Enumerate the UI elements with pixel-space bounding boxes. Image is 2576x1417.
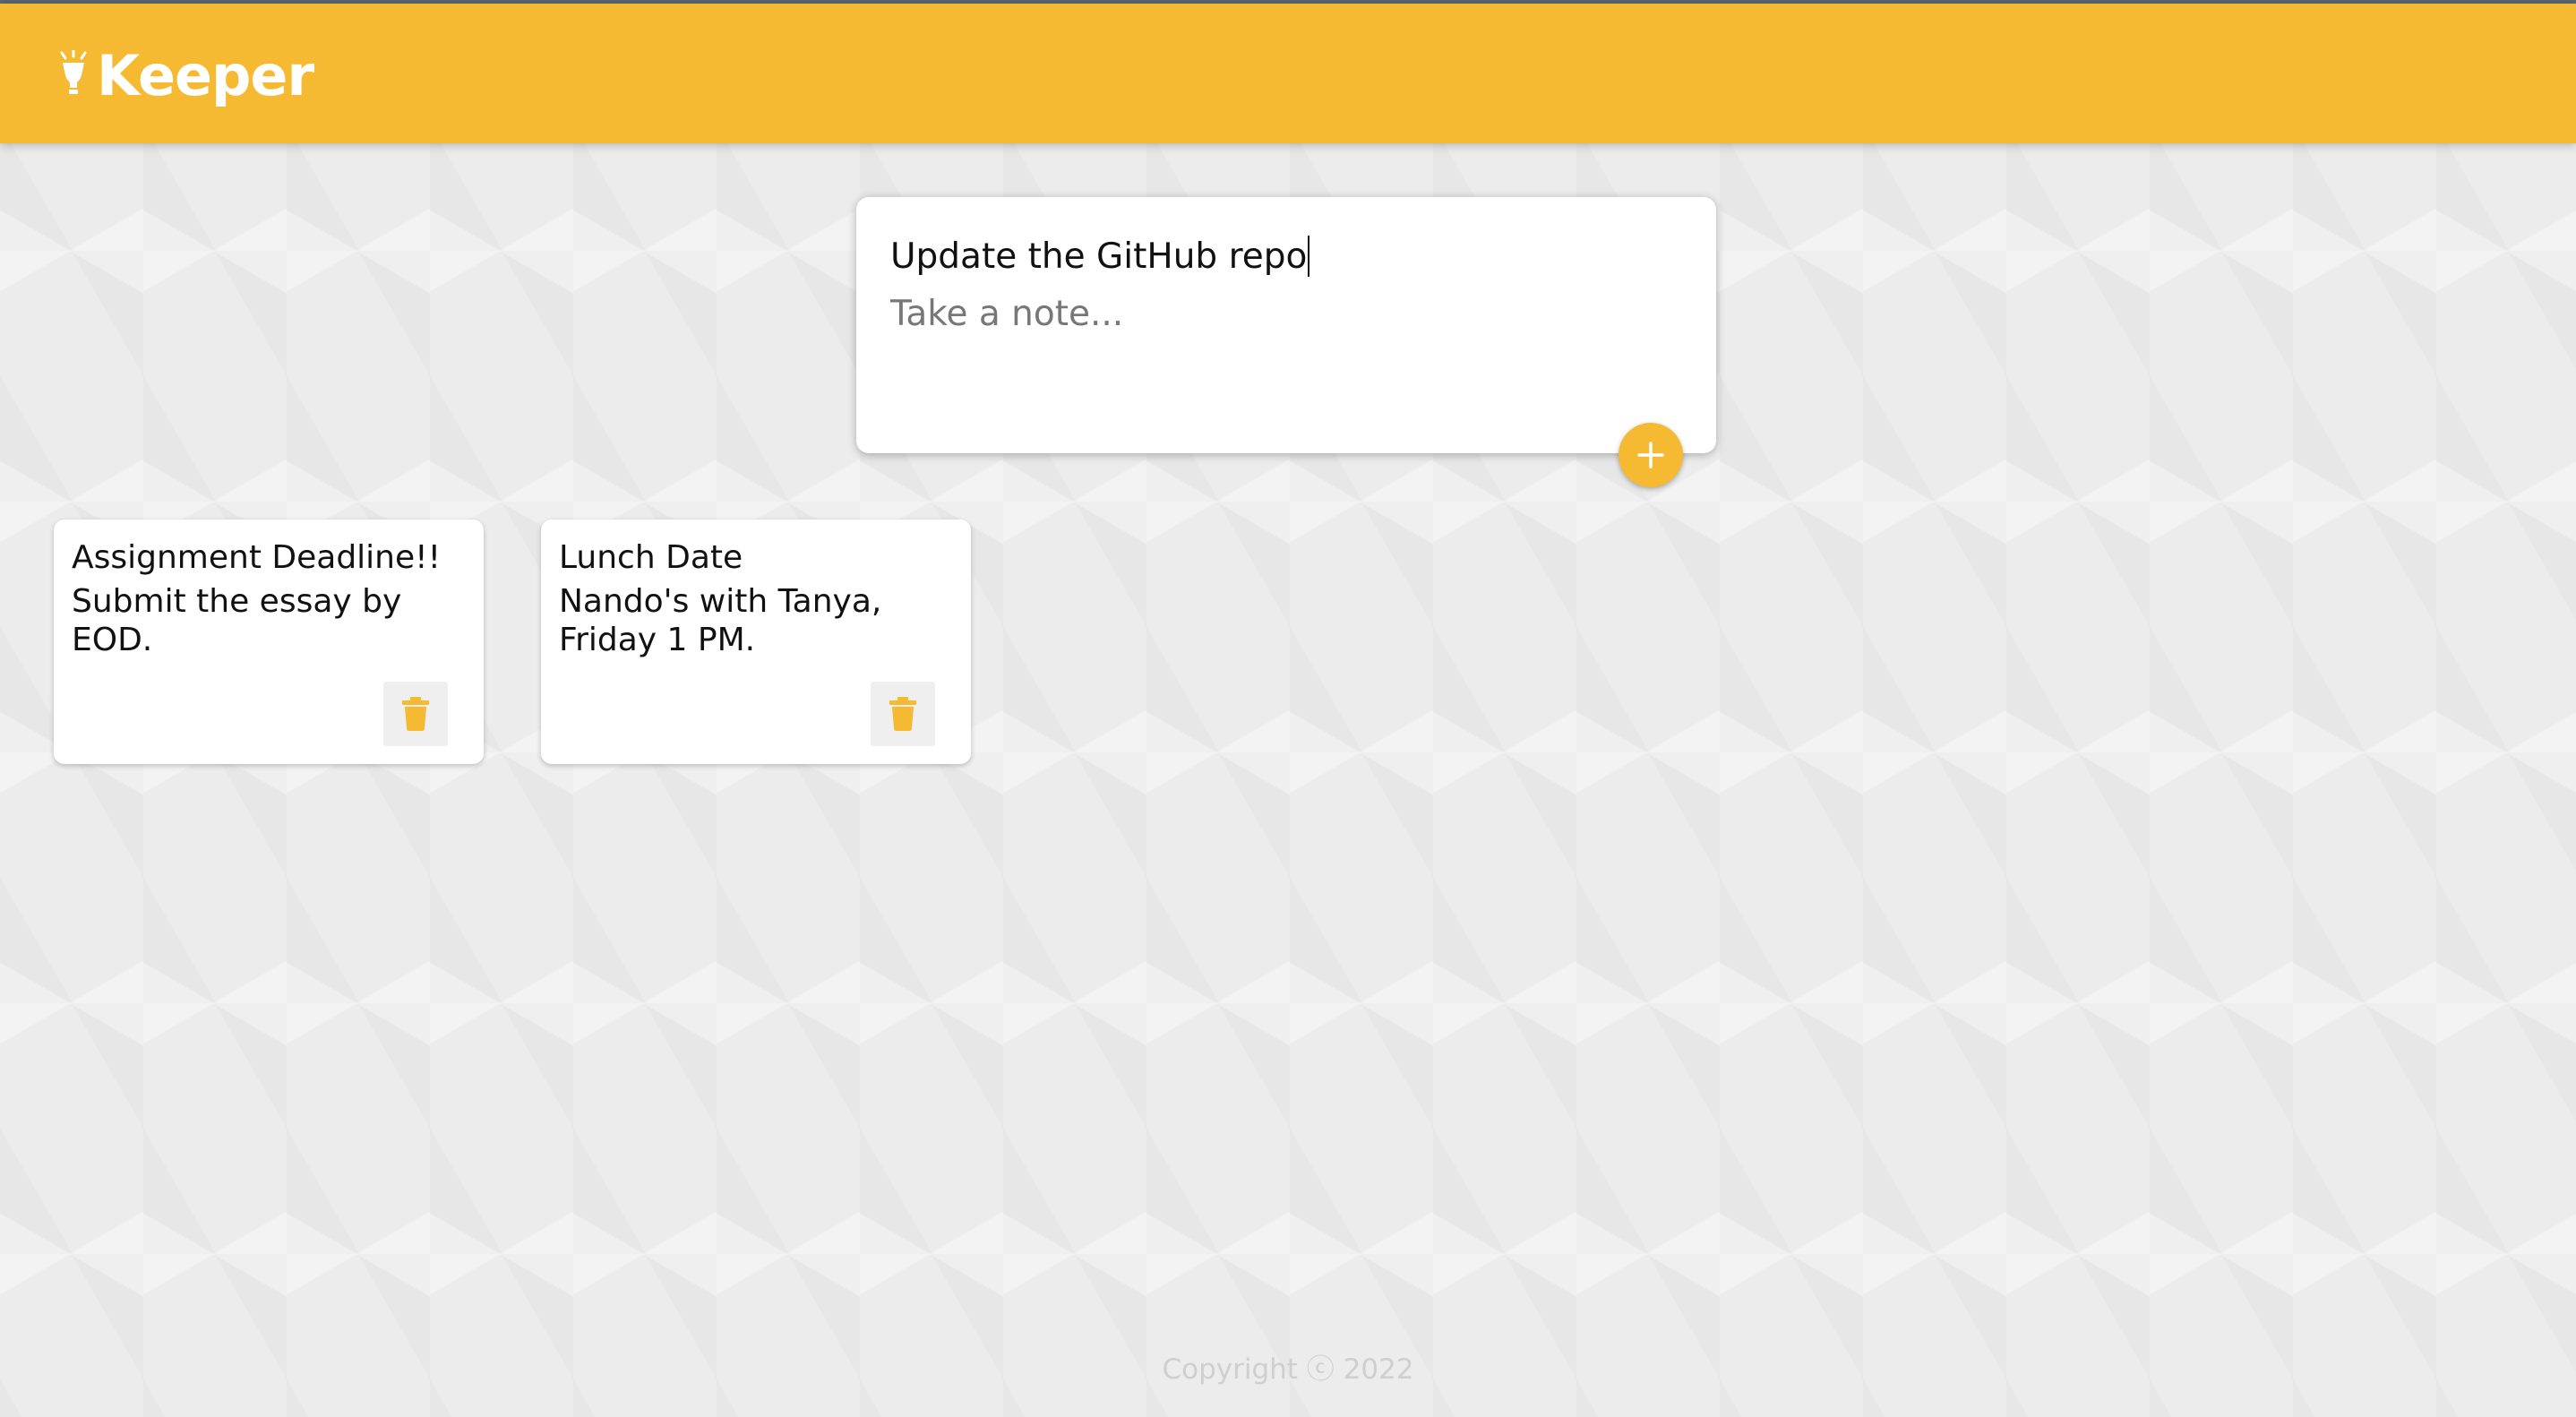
note-title: Assignment Deadline!!	[72, 539, 442, 576]
note-card: Assignment Deadline!! Submit the essay b…	[54, 520, 484, 764]
note-content: Nando's with Tanya, Friday 1 PM.	[559, 583, 882, 658]
text-cursor	[1308, 236, 1310, 277]
delete-note-button[interactable]	[383, 682, 448, 746]
note-title-value: Update the GitHub repo	[890, 236, 1308, 277]
note-title-input[interactable]: Update the GitHub repo	[890, 229, 1679, 283]
plus-icon	[1637, 442, 1664, 468]
add-note-button[interactable]	[1619, 423, 1683, 487]
create-note-form: Update the GitHub repo Take a note...	[856, 197, 1716, 453]
delete-note-button[interactable]	[871, 682, 935, 746]
note-content: Submit the essay by EOD.	[72, 583, 402, 658]
app-header: Keeper	[0, 4, 2576, 143]
copyright-text: Copyright ⓒ 2022	[1162, 1353, 1414, 1386]
lightbulb-icon	[60, 50, 87, 94]
trash-icon	[402, 697, 429, 731]
app-logo[interactable]: Keeper	[57, 39, 314, 111]
trash-icon	[889, 697, 916, 731]
note-title: Lunch Date	[559, 539, 743, 576]
note-card: Lunch Date Nando's with Tanya, Friday 1 …	[541, 520, 971, 764]
page-footer: Copyright ⓒ 2022	[0, 1344, 2576, 1388]
app-name: Keeper	[97, 42, 314, 108]
note-content-placeholder: Take a note...	[890, 293, 1124, 334]
note-content-input[interactable]: Take a note...	[890, 287, 1679, 340]
